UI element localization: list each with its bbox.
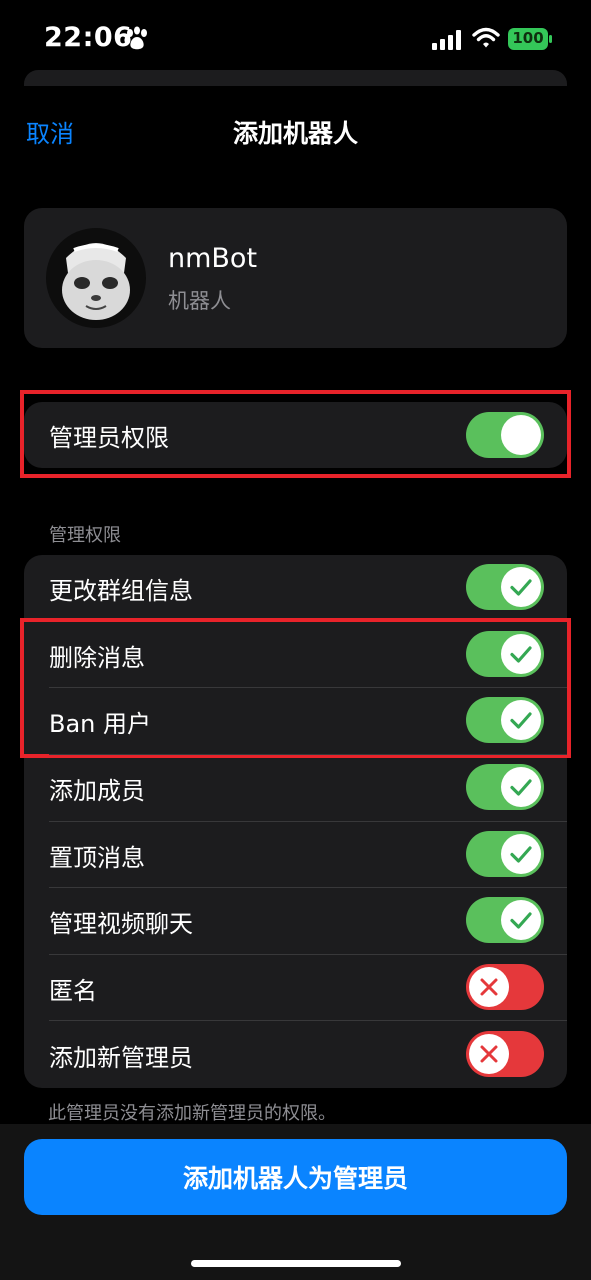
checkmark-icon bbox=[510, 912, 532, 929]
row-divider bbox=[49, 887, 567, 888]
permissions-footer-note: 此管理员没有添加新管理员的权限。 bbox=[48, 1103, 336, 1124]
checkmark-icon bbox=[510, 846, 532, 863]
bot-name: nmBot bbox=[168, 243, 258, 274]
signal-icon bbox=[432, 30, 461, 50]
cross-icon bbox=[480, 1045, 498, 1063]
perm-toggle-change-info[interactable] bbox=[466, 564, 544, 610]
highlight-box-admin bbox=[20, 390, 571, 478]
add-bot-as-admin-button[interactable]: 添加机器人为管理员 bbox=[24, 1139, 567, 1215]
perm-toggle-anonymous[interactable] bbox=[466, 964, 544, 1010]
cross-icon bbox=[480, 978, 498, 996]
row-divider bbox=[49, 821, 567, 822]
avatar bbox=[46, 228, 146, 328]
sheet-grabber-edge bbox=[24, 70, 567, 86]
perm-label-manage-video-chats: 管理视频聊天 bbox=[49, 910, 193, 938]
paw-icon bbox=[124, 26, 147, 50]
checkmark-icon bbox=[510, 579, 532, 596]
perm-label-add-new-admins: 添加新管理员 bbox=[49, 1044, 193, 1072]
row-divider bbox=[49, 954, 567, 955]
perm-toggle-add-members[interactable] bbox=[466, 764, 544, 810]
row-divider bbox=[49, 754, 567, 755]
home-indicator bbox=[191, 1260, 401, 1267]
perm-toggle-pin-messages[interactable] bbox=[466, 831, 544, 877]
perm-toggle-manage-video-chats[interactable] bbox=[466, 897, 544, 943]
row-divider bbox=[49, 1020, 567, 1021]
perm-label-pin-messages: 置顶消息 bbox=[49, 844, 145, 872]
checkmark-icon bbox=[510, 779, 532, 796]
page-title: 添加机器人 bbox=[232, 119, 358, 148]
perm-label-add-members: 添加成员 bbox=[49, 777, 145, 805]
battery-level: 100 bbox=[512, 29, 544, 47]
perm-toggle-add-new-admins[interactable] bbox=[466, 1031, 544, 1077]
status-time: 22:06 bbox=[44, 22, 133, 53]
bot-subtitle: 机器人 bbox=[168, 289, 231, 313]
perm-label-change-info: 更改群组信息 bbox=[49, 577, 193, 605]
wifi-icon bbox=[472, 27, 500, 48]
highlight-box-permissions bbox=[20, 618, 571, 758]
permissions-section-header: 管理权限 bbox=[49, 525, 121, 546]
perm-label-anonymous: 匿名 bbox=[49, 977, 97, 1005]
